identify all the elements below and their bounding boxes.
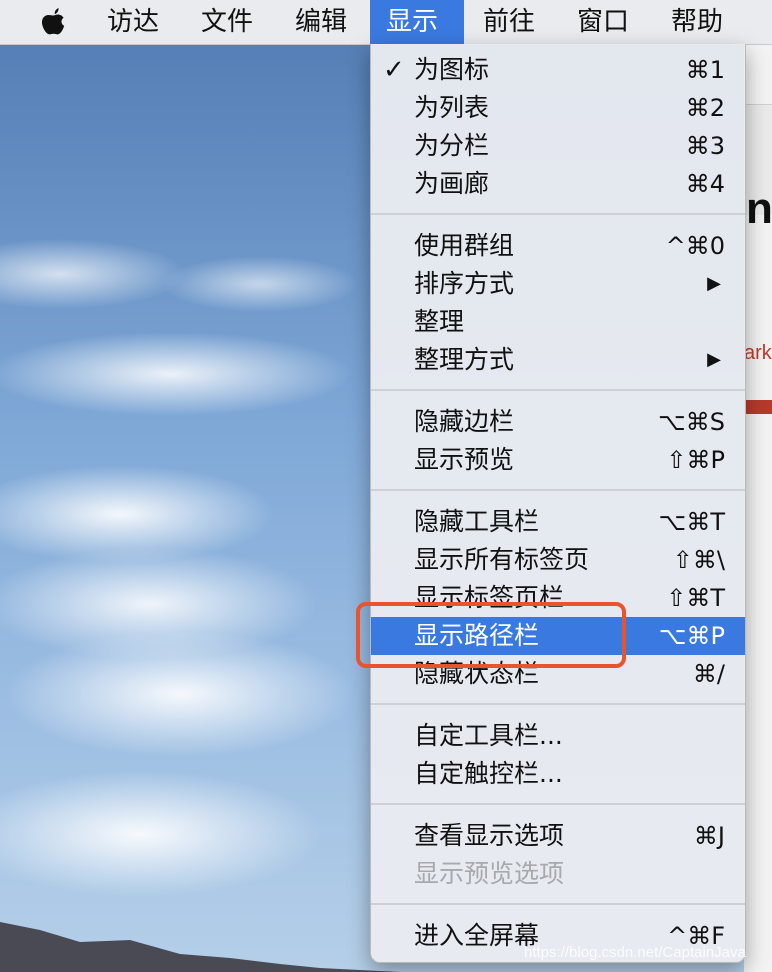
shortcut-text: ⇧⌘\: [672, 546, 725, 574]
menu-item-as-list[interactable]: 为列表 ⌘2: [371, 89, 745, 127]
shortcut-text: ⌘J: [693, 822, 725, 850]
menu-item-label: 为图标: [414, 55, 490, 84]
red-banner: [744, 400, 772, 414]
annotation-highlight-box: [356, 602, 626, 668]
menu-item-label: 显示预览选项: [414, 859, 565, 888]
shortcut-text: ⌥⌘T: [658, 508, 725, 536]
menu-item-label: 整理方式: [414, 345, 515, 374]
link-text-fragment: ark: [744, 342, 772, 364]
menu-separator: [371, 213, 745, 215]
menu-go[interactable]: 前往: [467, 0, 551, 44]
menu-item-sort-by[interactable]: 排序方式 ▶: [371, 265, 745, 303]
shortcut-text: ⇧⌘P: [666, 446, 725, 474]
shortcut-text: ⌘/: [692, 660, 725, 688]
page-heading-fragment: n: [746, 184, 772, 233]
menu-item-label: 使用群组: [414, 231, 515, 260]
menu-item-as-columns[interactable]: 为分栏 ⌘3: [371, 127, 745, 165]
menu-item-label: 查看显示选项: [414, 821, 565, 850]
menu-window[interactable]: 窗口: [561, 0, 645, 44]
menu-help[interactable]: 帮助: [655, 0, 739, 44]
menu-item-label: 显示所有标签页: [414, 545, 590, 574]
shortcut-text: ^⌘0: [665, 232, 725, 260]
submenu-arrow-icon: ▶: [707, 349, 721, 370]
menu-item-label: 进入全屏幕: [414, 921, 540, 950]
apple-logo-icon[interactable]: [38, 6, 68, 38]
menu-item-show-all-tabs[interactable]: 显示所有标签页 ⇧⌘\: [371, 541, 745, 579]
shortcut-text: ⌘1: [685, 56, 725, 84]
shortcut-text: ⌥⌘S: [658, 408, 725, 436]
menu-view[interactable]: 显示: [370, 0, 464, 44]
menu-item-label: 为列表: [414, 93, 490, 122]
menu-item-label: 显示预览: [414, 445, 515, 474]
shortcut-text: ⌘2: [685, 94, 725, 122]
menu-item-clean-up[interactable]: 整理: [371, 303, 745, 341]
mountain-silhouette: [0, 922, 400, 972]
shortcut-text: ⌘3: [685, 132, 725, 160]
menu-item-label: 为分栏: [414, 131, 490, 160]
menu-item-label: 隐藏边栏: [414, 407, 515, 436]
menu-item-use-groups[interactable]: 使用群组 ^⌘0: [371, 227, 745, 265]
menu-separator: [371, 489, 745, 491]
menu-item-label: 为画廊: [414, 169, 490, 198]
view-menu-dropdown: ✓ 为图标 ⌘1 为列表 ⌘2 为分栏 ⌘3 为画廊 ⌘4 使用群组 ^⌘0 排…: [370, 44, 746, 963]
menu-item-clean-up-by[interactable]: 整理方式 ▶: [371, 341, 745, 379]
menu-item-label: 自定工具栏...: [414, 721, 563, 750]
menu-item-show-preview[interactable]: 显示预览 ⇧⌘P: [371, 441, 745, 479]
submenu-arrow-icon: ▶: [707, 273, 721, 294]
menu-edit[interactable]: 编辑: [279, 0, 363, 44]
shortcut-text: ⌥⌘P: [658, 622, 725, 650]
menu-item-label: 隐藏工具栏: [414, 507, 540, 536]
menu-item-customize-toolbar[interactable]: 自定工具栏...: [371, 717, 745, 755]
shortcut-text: ⇧⌘T: [666, 584, 725, 612]
menu-item-as-icons[interactable]: ✓ 为图标 ⌘1: [371, 51, 745, 89]
menu-separator: [371, 703, 745, 705]
menu-bar: 访达 文件 编辑 显示 前往 窗口 帮助: [0, 0, 772, 45]
menu-item-label: 排序方式: [414, 269, 515, 298]
menu-separator: [371, 803, 745, 805]
background-window[interactable]: n ark: [744, 44, 772, 972]
menu-item-show-preview-options: 显示预览选项: [371, 855, 745, 893]
shortcut-text: ⌘4: [685, 170, 725, 198]
menu-item-label: 自定触控栏...: [414, 759, 563, 788]
menu-item-label: 整理: [414, 307, 465, 336]
checkmark-icon: ✓: [383, 55, 405, 85]
menu-separator: [371, 903, 745, 905]
watermark-text: https://blog.csdn.net/CaptainJava: [524, 944, 746, 961]
menu-item-as-gallery[interactable]: 为画廊 ⌘4: [371, 165, 745, 203]
menu-item-hide-toolbar[interactable]: 隐藏工具栏 ⌥⌘T: [371, 503, 745, 541]
menu-item-hide-sidebar[interactable]: 隐藏边栏 ⌥⌘S: [371, 403, 745, 441]
menu-item-customize-touch-bar[interactable]: 自定触控栏...: [371, 755, 745, 793]
menu-separator: [371, 389, 745, 391]
menu-file[interactable]: 文件: [185, 0, 269, 44]
menu-finder[interactable]: 访达: [91, 0, 175, 44]
menu-item-show-view-options[interactable]: 查看显示选项 ⌘J: [371, 817, 745, 855]
